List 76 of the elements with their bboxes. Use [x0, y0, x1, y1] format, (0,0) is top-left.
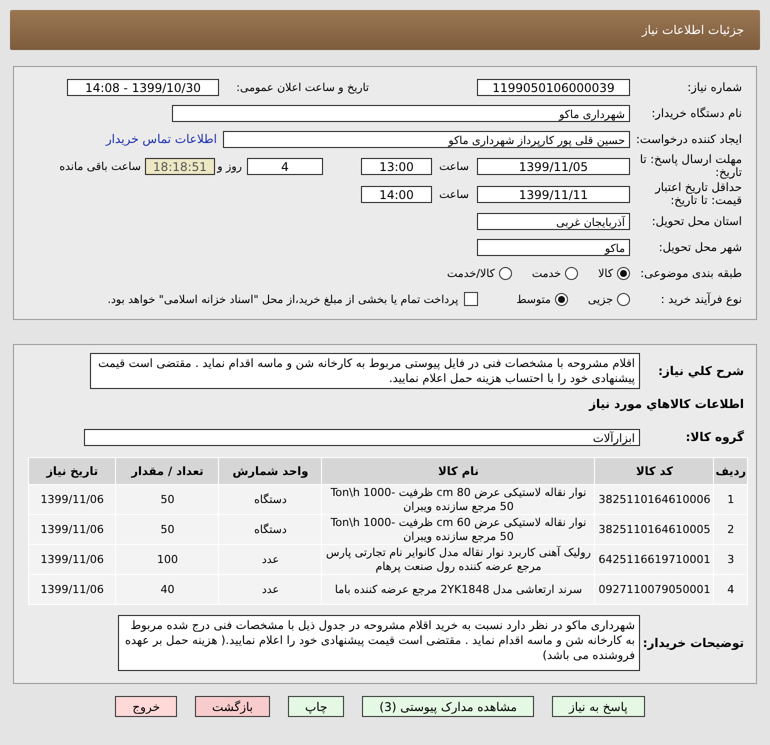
action-button[interactable]: پاسخ به نیاز	[552, 696, 645, 717]
field-label: ساعت	[438, 160, 469, 172]
description-text: اقلام مشروحه با مشخصات فنی در فایل پیوستی مربوط به کارخانه شن و ماسه اقدام نماید . مقتضی است قیمت پیشنهادی خود را با احتساب هزینه حمل اعلام نمایید.	[90, 353, 640, 389]
field-value: ابزارآلات	[84, 428, 640, 446]
field-label: طبقه بندی موضوعی:	[639, 266, 743, 280]
column-header: ردیف	[714, 458, 748, 484]
column-header: کد کالا	[594, 458, 714, 484]
table-cell: 100	[116, 544, 219, 574]
contact-link[interactable]: اطلاعات تماس خریدار	[106, 132, 217, 146]
table-cell: 6425116619710001	[594, 544, 714, 574]
table-cell: 0927110079050001	[594, 574, 714, 604]
field-value: 13:00	[361, 158, 432, 174]
table-cell: 1399/11/06	[28, 544, 116, 574]
field-label: گروه کالا:	[684, 430, 745, 444]
field-value: 1399/11/05	[477, 158, 630, 174]
table-cell: عدد	[218, 574, 322, 604]
field-label: مهلت ارسال پاسخ: تا تاریخ:	[638, 153, 743, 179]
section-heading: اطلاعات کالاهاي مورد نياز	[588, 397, 744, 411]
field-value: 18:18:51	[145, 158, 215, 174]
field-label: ساعت	[438, 188, 469, 200]
table-cell: 1399/11/06	[28, 514, 116, 544]
field-value: ماکو	[477, 238, 630, 256]
table-cell: 50	[116, 484, 219, 514]
table-cell: 3825110164610005	[594, 514, 714, 544]
field-label: شهر محل تحویل:	[658, 240, 743, 254]
table-cell: رولیک آهنی کاربرد نوار نقاله مدل کانوایر نام تجارتی پارس مرجع عرضه کننده رول صنعت پرهام	[322, 544, 595, 574]
checkbox-label: پرداخت تمام یا بخشی از مبلغ خرید،از محل "اسناد خزانه اسلامی" خواهد بود.	[108, 292, 458, 306]
field-value: آذربایجان غربی	[477, 212, 630, 230]
table-cell: 1399/11/06	[28, 574, 116, 604]
table-cell: دستگاه	[218, 484, 322, 514]
field-label: استان محل تحویل:	[650, 214, 743, 228]
table-cell: سرند ارتعاشی مدل 2YK1848 مرجع عرضه کننده باما	[322, 574, 595, 604]
field-label: تاریخ و ساعت اعلان عمومی:	[235, 80, 369, 94]
field-value: حسین قلی پور کارپرداز شهرداری ماکو	[223, 130, 630, 148]
table-cell: 50	[116, 514, 219, 544]
action-button[interactable]: چاپ	[288, 696, 344, 717]
field-value: شهرداری ماکو	[172, 104, 630, 122]
field-value: 14:00	[361, 186, 432, 202]
action-button[interactable]: بازگشت	[195, 696, 270, 717]
table-cell: 3825110164610006	[594, 484, 714, 514]
notes-text: شهرداری ماکو در نظر دارد نسبت به خرید اقلام مشروحه در جدول ذیل با مشخصات فنی درج شده مربوط به کارخانه شن و ماسه اقدام نماید . مقتضی است قیمت پیشنهادی خود را اعلام نمایید.( هزینه حمل بر عهده فروشنده می باشد)	[118, 615, 640, 671]
table-cell: دستگاه	[218, 514, 322, 544]
column-header: واحد شمارش	[218, 458, 322, 484]
table-cell: نوار نقاله لاستیکی عرض cm 80 ظرفیت Ton\h 1000-50 مرجع سازنده ویبران	[322, 484, 595, 514]
field-label: روز و	[216, 160, 242, 172]
field-label: نوع فرآیند خرید :	[660, 292, 743, 306]
field-label: شرح کلي نياز:	[657, 364, 745, 378]
option-label: متوسط	[516, 292, 551, 306]
table-cell: نوار نقاله لاستیکی عرض cm 60 ظرفیت Ton\h 1000-50 مرجع سازنده ویبران	[322, 514, 595, 544]
action-button[interactable]: خروج	[115, 696, 177, 717]
column-header: تاریخ نیاز	[28, 458, 116, 484]
action-button[interactable]: مشاهده مدارک پیوستی (3)	[362, 696, 534, 717]
field-value: 1399/10/30 - 14:08	[67, 78, 219, 96]
field-label: حداقل تاریخ اعتبار قیمت: تا تاریخ:	[654, 181, 743, 207]
field-value: 1399/11/11	[477, 186, 630, 202]
field-label: ساعت باقی مانده	[59, 160, 141, 172]
field-label: ایجاد کننده درخواست:	[635, 132, 743, 146]
table-cell: 3	[714, 544, 748, 574]
field-label: توضیحات خریدار:	[642, 636, 745, 650]
field-label: شماره نیاز:	[686, 80, 743, 94]
table-cell: 40	[116, 574, 219, 604]
field-value: 1199050106000039	[477, 78, 630, 96]
field-label: نام دستگاه خریدار:	[650, 106, 743, 120]
table-cell: 1399/11/06	[28, 484, 116, 514]
option-label: کالا/خدمت	[447, 266, 495, 280]
table-cell: 2	[714, 514, 748, 544]
table-cell: 4	[714, 574, 748, 604]
field-value: 4	[247, 158, 323, 174]
option-label: کالا	[598, 266, 613, 280]
page-title: جزئیات اطلاعات نیاز	[642, 23, 744, 37]
table-cell: 1	[714, 484, 748, 514]
column-header: نام کالا	[322, 458, 595, 484]
column-header: تعداد / مقدار	[116, 458, 219, 484]
option-label: خدمت	[532, 266, 562, 280]
table-cell: عدد	[218, 544, 322, 574]
option-label: جزیی	[588, 292, 613, 306]
